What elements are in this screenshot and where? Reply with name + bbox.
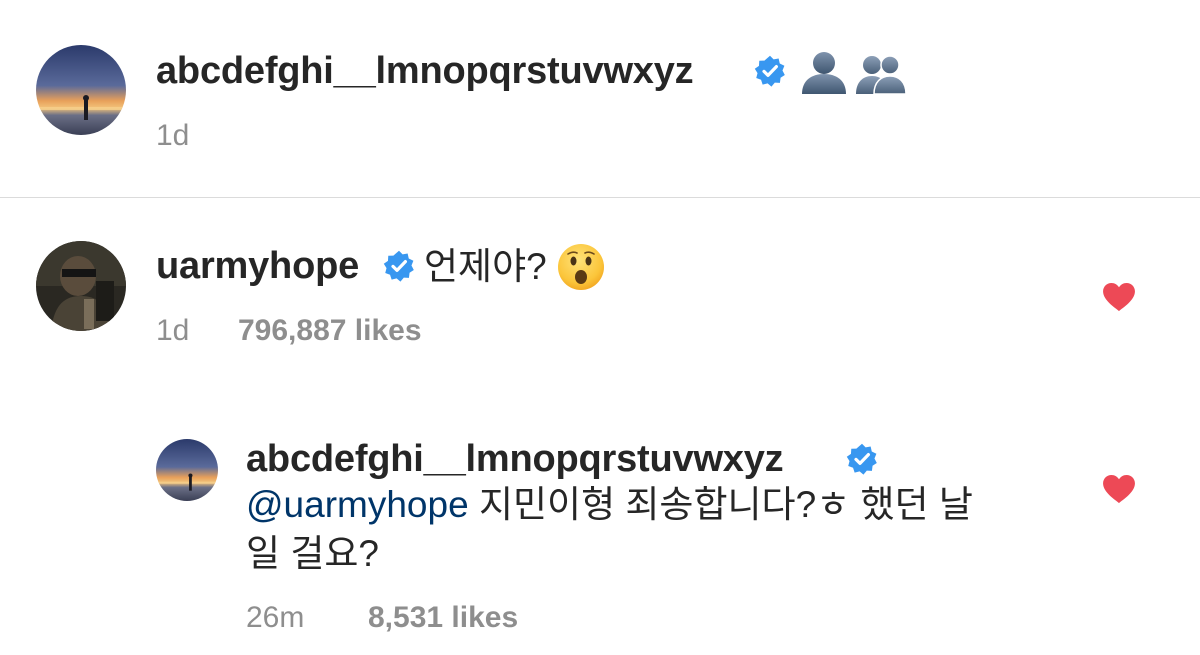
reply-timestamp: 26m xyxy=(246,601,305,634)
reply-text-line-1: @uarmyhope 지민이형 죄송합니다?ㅎ 했던 날 xyxy=(246,486,973,523)
divider xyxy=(0,197,1200,198)
verified-badge-icon xyxy=(383,250,414,282)
caption-username[interactable]: abcdefghi__lmnopqrstuvwxyz xyxy=(156,52,694,90)
comment-like-heart-icon[interactable] xyxy=(1101,282,1137,312)
verified-badge-icon xyxy=(846,443,877,475)
comment-timestamp: 1d xyxy=(156,314,190,347)
reply-username[interactable]: abcdefghi__lmnopqrstuvwxyz xyxy=(246,440,784,478)
comment-likes-count[interactable]: 796,887 likes xyxy=(238,316,422,346)
mention-link[interactable]: @uarmyhope xyxy=(246,484,469,525)
busts-in-silhouette-icon xyxy=(856,55,907,94)
reply-text-line-2: 일 걸요? xyxy=(246,533,379,574)
reply-like-heart-icon[interactable] xyxy=(1101,474,1137,504)
comment-avatar[interactable] xyxy=(36,241,126,331)
verified-badge-icon xyxy=(754,55,785,87)
comment-text: 언제야? xyxy=(424,246,547,287)
bust-in-silhouette-icon xyxy=(802,52,846,94)
hushed-face-icon xyxy=(558,244,604,290)
comment-username[interactable]: uarmyhope xyxy=(156,247,359,285)
reply-avatar[interactable] xyxy=(156,439,218,501)
caption-emoji-group xyxy=(798,50,908,94)
caption-avatar[interactable] xyxy=(36,45,126,135)
reply-text: 지민이형 죄송합니다?ㅎ 했던 날 xyxy=(468,484,973,525)
caption-timestamp: 1d xyxy=(156,119,190,152)
reply-likes-count[interactable]: 8,531 likes xyxy=(368,603,518,633)
